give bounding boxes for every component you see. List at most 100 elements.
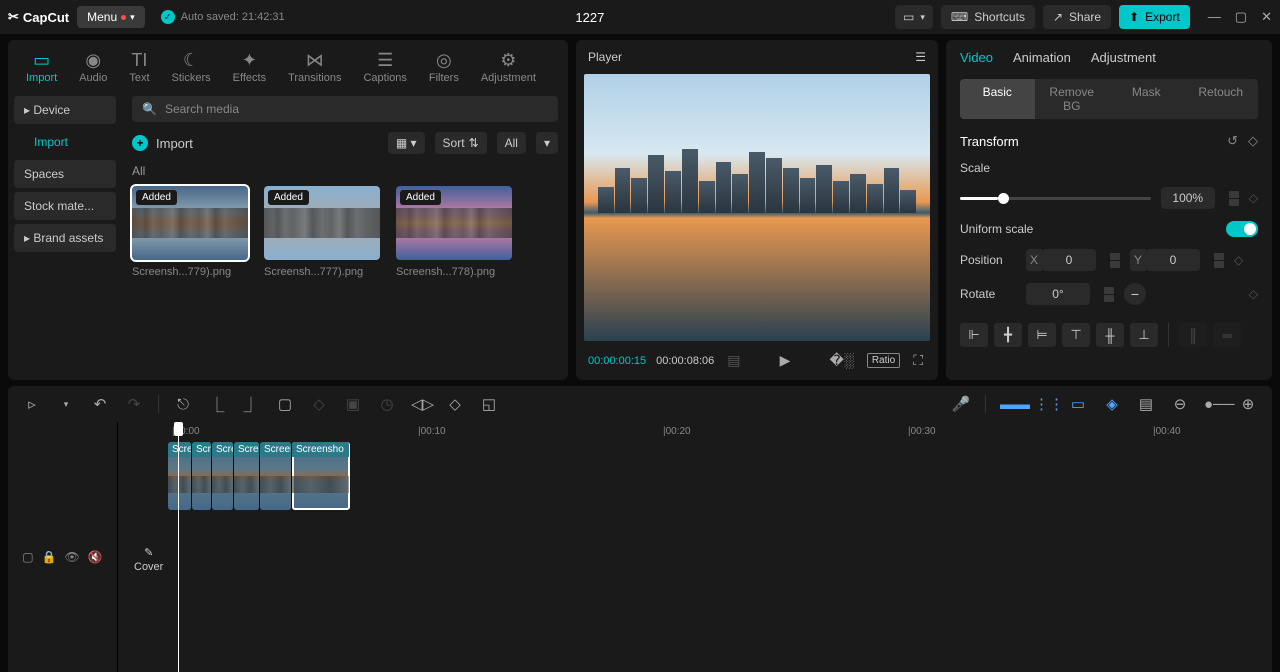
track-collapse-icon[interactable]: ▢ bbox=[22, 550, 33, 564]
link-button[interactable]: ⋮⋮ bbox=[1034, 395, 1054, 413]
stepper-up[interactable] bbox=[1110, 253, 1120, 260]
crop-button[interactable]: ◱ bbox=[479, 395, 499, 413]
fullscreen-icon[interactable]: ⛶ bbox=[910, 349, 926, 372]
redo-button[interactable]: ↷ bbox=[124, 395, 144, 413]
split-right-button[interactable]: ⏌ bbox=[241, 394, 261, 415]
magnet-button[interactable]: ▬▬ bbox=[1000, 396, 1020, 413]
split-left-button[interactable]: ⎿ bbox=[207, 394, 227, 415]
keyframe-icon[interactable]: ◇ bbox=[1248, 133, 1258, 149]
align-top-button[interactable]: ⊤ bbox=[1062, 323, 1090, 347]
align-center-h-button[interactable]: ╋ bbox=[994, 323, 1022, 347]
uniform-scale-toggle[interactable] bbox=[1226, 221, 1258, 237]
compare-icon[interactable]: ▤ bbox=[724, 349, 743, 372]
ratio-button[interactable]: Ratio bbox=[867, 353, 900, 368]
stepper-up[interactable] bbox=[1104, 287, 1114, 294]
undo-button[interactable]: ↶ bbox=[90, 395, 110, 413]
track-mute-icon[interactable]: 🔇 bbox=[88, 550, 103, 564]
tab-video[interactable]: Video bbox=[960, 50, 993, 65]
subtab-basic[interactable]: Basic bbox=[960, 79, 1035, 119]
timeline-clip[interactable]: Screer bbox=[260, 442, 292, 510]
tab-text[interactable]: TIText bbox=[119, 46, 159, 88]
tab-effects[interactable]: ✦Effects bbox=[223, 46, 276, 88]
keyframe-icon[interactable]: ◇ bbox=[1249, 287, 1258, 301]
tab-transitions[interactable]: ⋈Transitions bbox=[278, 46, 351, 88]
minimize-button[interactable]: — bbox=[1208, 9, 1221, 25]
media-item[interactable]: Added Screensh...779).png bbox=[132, 186, 248, 278]
mic-button[interactable]: 🎤 bbox=[951, 395, 971, 413]
preview-button[interactable]: ▭ bbox=[1068, 395, 1088, 413]
layout-button[interactable]: ▭▾ bbox=[895, 5, 933, 29]
subtab-mask[interactable]: Mask bbox=[1109, 79, 1184, 119]
sidebar-import[interactable]: Import bbox=[14, 128, 116, 156]
rotate-step-button[interactable]: − bbox=[1124, 283, 1146, 305]
distribute-h-button[interactable]: ║ bbox=[1179, 323, 1207, 347]
sidebar-device[interactable]: ▸ Device bbox=[14, 96, 116, 124]
tab-captions[interactable]: ☰Captions bbox=[353, 46, 416, 88]
tab-import[interactable]: ▭Import bbox=[16, 46, 67, 88]
view-mode-button[interactable]: ▦ ▾ bbox=[388, 132, 425, 154]
keyframe-icon[interactable]: ◇ bbox=[1234, 253, 1243, 267]
align-right-button[interactable]: ⊨ bbox=[1028, 323, 1056, 347]
rotate-input[interactable]: 0° bbox=[1026, 283, 1090, 305]
keyframe-icon[interactable]: ◇ bbox=[1249, 191, 1258, 205]
sidebar-brand[interactable]: ▸ Brand assets bbox=[14, 224, 116, 252]
tab-filters[interactable]: ◎Filters bbox=[419, 46, 469, 88]
rotate-button[interactable]: ◇ bbox=[445, 395, 465, 413]
sidebar-spaces[interactable]: Spaces bbox=[14, 160, 116, 188]
align-bottom-button[interactable]: ⊥ bbox=[1130, 323, 1158, 347]
marker-button[interactable]: ◇ bbox=[309, 395, 329, 413]
position-y-input[interactable]: 0 bbox=[1146, 249, 1200, 271]
timeline-clip[interactable]: Screensho bbox=[292, 442, 350, 510]
import-media-button[interactable]: + Import bbox=[132, 135, 193, 151]
timeline-clip[interactable]: Scr bbox=[192, 442, 212, 510]
share-button[interactable]: ↗Share bbox=[1043, 5, 1111, 29]
select-dropdown[interactable]: ▾ bbox=[56, 399, 76, 410]
stepper-down[interactable] bbox=[1229, 199, 1239, 206]
timeline-clip[interactable]: Scree bbox=[168, 442, 192, 510]
track-visibility-icon[interactable]: 👁 bbox=[65, 550, 80, 564]
subtab-retouch[interactable]: Retouch bbox=[1184, 79, 1259, 119]
align-center-v-button[interactable]: ╫ bbox=[1096, 323, 1124, 347]
menu-button[interactable]: Menu▾ bbox=[77, 6, 145, 28]
filter-button[interactable]: ▾ bbox=[536, 132, 558, 154]
tab-audio[interactable]: ◉Audio bbox=[69, 46, 117, 88]
group-button[interactable]: ▣ bbox=[343, 395, 363, 413]
speed-button[interactable]: ◷ bbox=[377, 395, 397, 413]
position-x-input[interactable]: 0 bbox=[1042, 249, 1096, 271]
timeline-clip[interactable]: Scree bbox=[234, 442, 260, 510]
zoom-in-button[interactable]: ⊕ bbox=[1238, 395, 1258, 413]
timeline-ruler[interactable]: |00:00 |00:10 |00:20 |00:30 |00:40 bbox=[118, 422, 1272, 442]
subtab-remove-bg[interactable]: Remove BG bbox=[1035, 79, 1110, 119]
stepper-up[interactable] bbox=[1229, 191, 1239, 198]
media-item[interactable]: Added Screensh...777).png bbox=[264, 186, 380, 278]
scale-slider[interactable] bbox=[960, 197, 1151, 200]
track-lock-icon[interactable]: 🔒 bbox=[42, 550, 57, 564]
reset-icon[interactable]: ↺ bbox=[1227, 133, 1238, 149]
stepper-down[interactable] bbox=[1214, 261, 1224, 268]
mirror-button[interactable]: ◁▷ bbox=[411, 395, 431, 413]
stepper-down[interactable] bbox=[1110, 261, 1120, 268]
search-input[interactable]: 🔍 Search media bbox=[132, 96, 558, 122]
distribute-v-button[interactable]: ═ bbox=[1213, 323, 1241, 347]
cover-button[interactable]: ✎ Cover bbox=[134, 546, 163, 573]
tab-animation[interactable]: Animation bbox=[1013, 50, 1071, 65]
scale-value-input[interactable]: 100% bbox=[1161, 187, 1215, 209]
maximize-button[interactable]: ▢ bbox=[1235, 9, 1247, 25]
zoom-slider[interactable]: ●── bbox=[1204, 396, 1224, 413]
playhead[interactable] bbox=[178, 422, 179, 672]
zoom-out-button[interactable]: ⊖ bbox=[1170, 395, 1190, 413]
shortcuts-button[interactable]: ⌨Shortcuts bbox=[941, 5, 1035, 29]
stepper-down[interactable] bbox=[1104, 295, 1114, 302]
player-menu-icon[interactable]: ☰ bbox=[915, 50, 926, 64]
media-item[interactable]: Added Screensh...778).png bbox=[396, 186, 512, 278]
split-button[interactable]: ⎋ bbox=[173, 396, 193, 413]
player-viewport[interactable] bbox=[584, 74, 930, 341]
tab-adjustment[interactable]: ⚙Adjustment bbox=[471, 46, 546, 88]
filter-all-button[interactable]: All bbox=[497, 132, 526, 154]
sidebar-stock[interactable]: Stock mate... bbox=[14, 192, 116, 220]
tab-adjustment-panel[interactable]: Adjustment bbox=[1091, 50, 1156, 65]
sort-button[interactable]: Sort ⇅ bbox=[435, 132, 487, 154]
align-left-button[interactable]: ⊩ bbox=[960, 323, 988, 347]
play-button[interactable]: ▶ bbox=[777, 349, 794, 372]
tracks-button[interactable]: ▤ bbox=[1136, 395, 1156, 413]
